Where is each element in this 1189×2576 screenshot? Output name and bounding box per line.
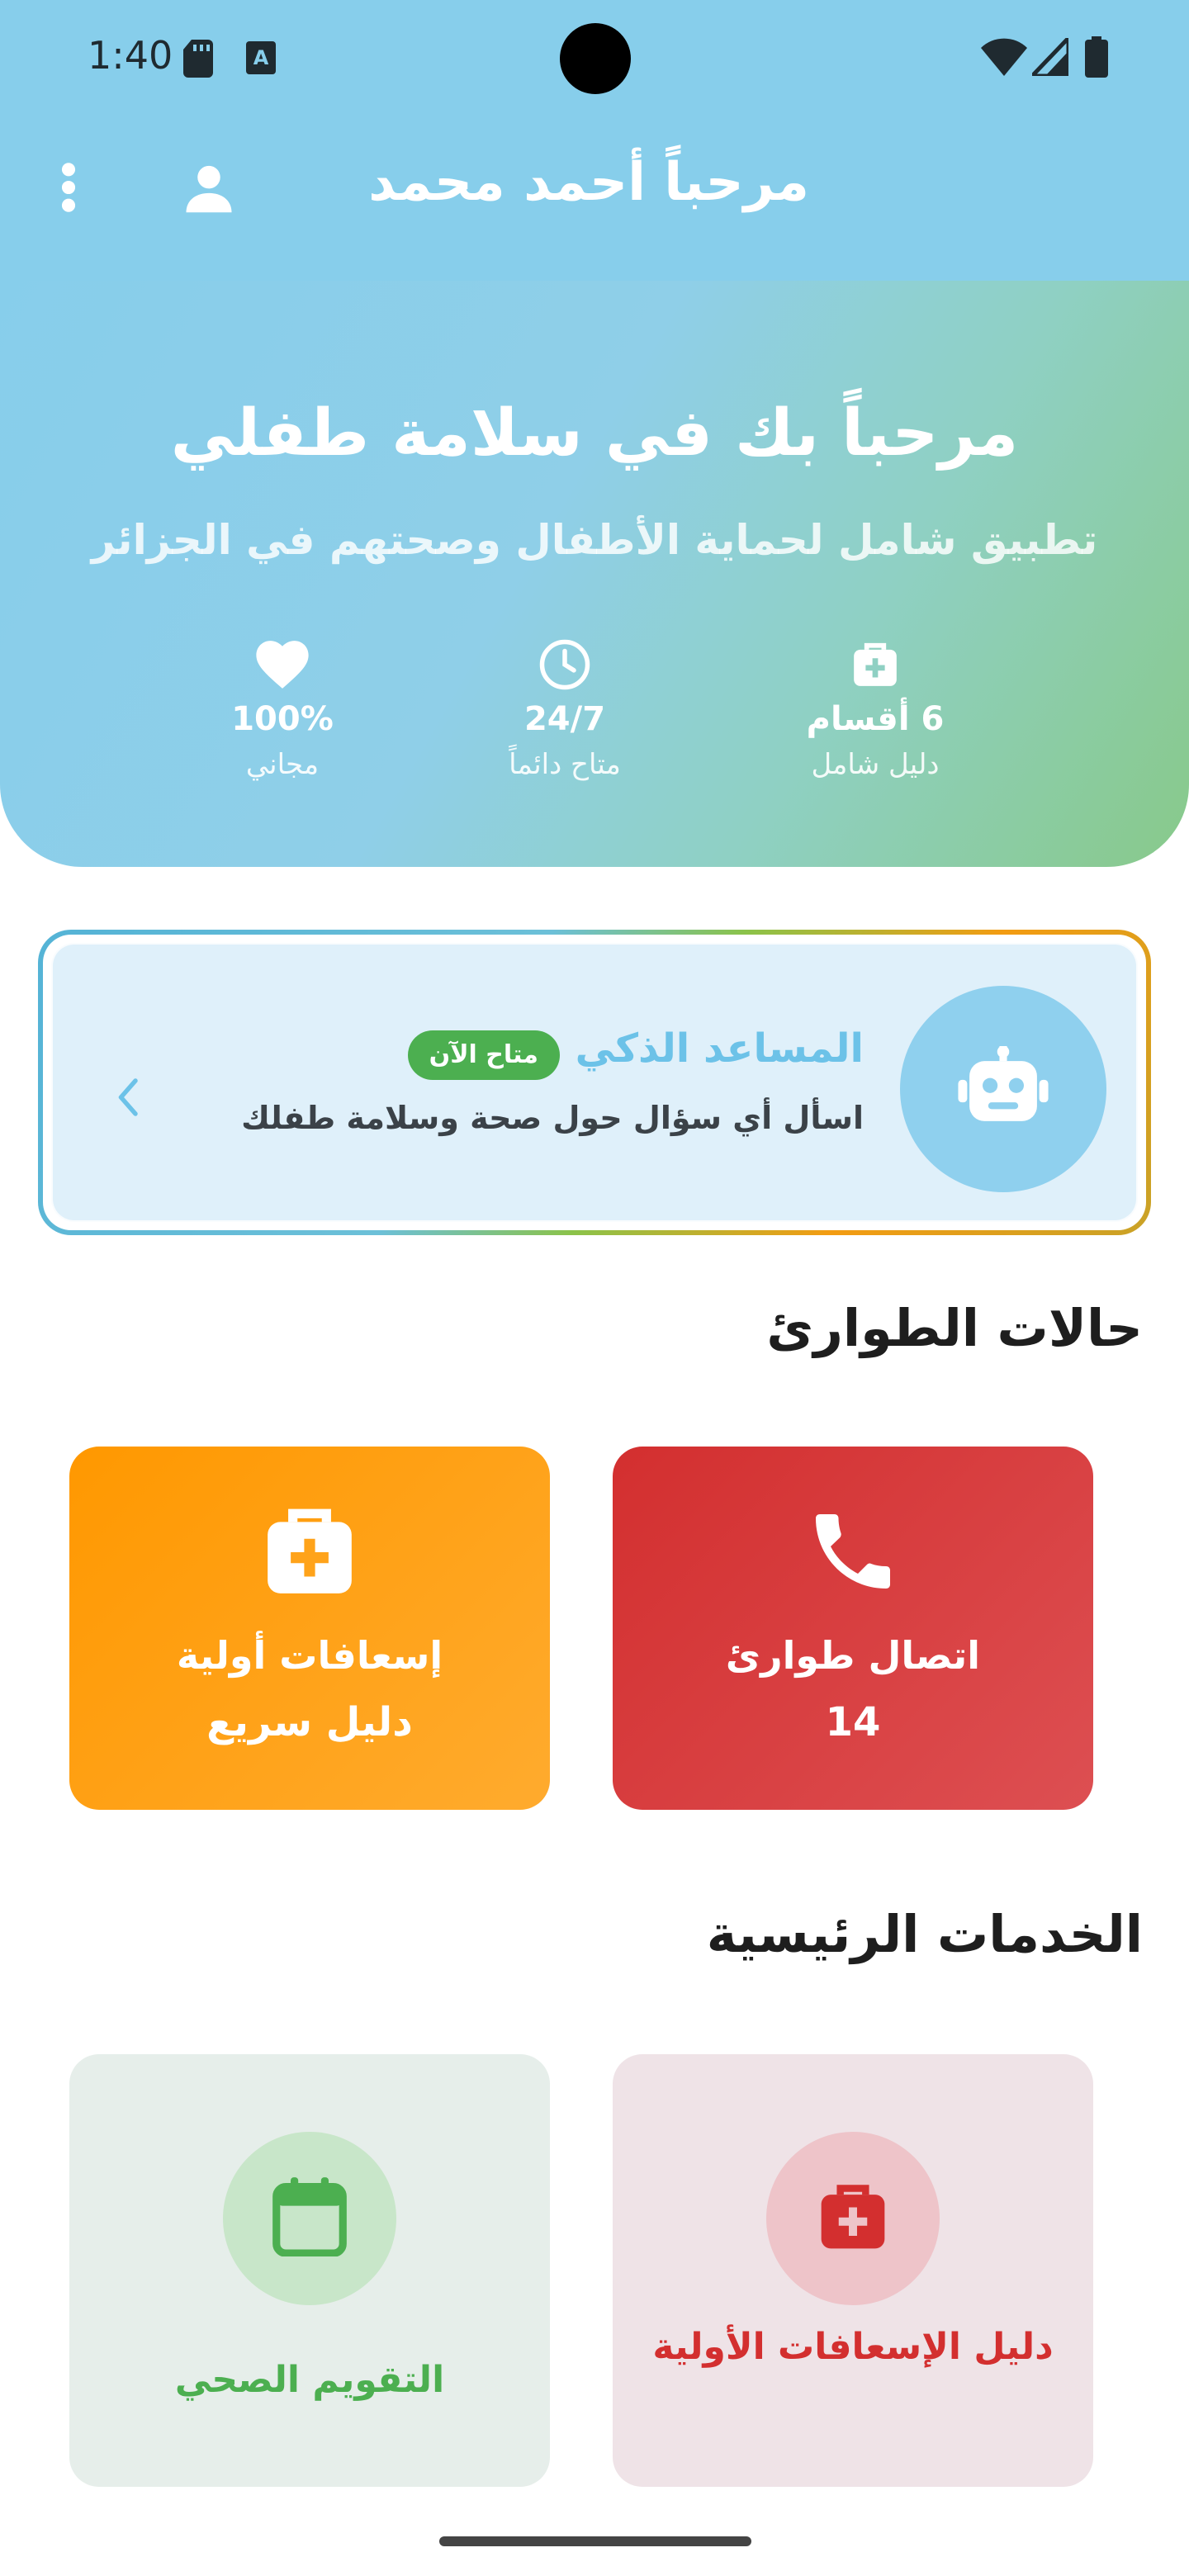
- first-aid-guide-card[interactable]: دليل الإسعافات الأولية: [613, 2054, 1093, 2487]
- stat-label: مجاني: [245, 748, 320, 781]
- medical-kit-icon: [815, 2179, 891, 2258]
- ai-assistant-frame: المساعد الذكي متاح الآن اسأل أي سؤال حول…: [43, 935, 1146, 1230]
- availability-badge: متاح الآن: [407, 1030, 560, 1080]
- emergency-call-card[interactable]: اتصال طوارئ 14: [613, 1447, 1093, 1810]
- stat-availability: 24/7 متاح دائماً: [441, 636, 689, 781]
- stat-free: 100% مجاني: [159, 636, 406, 781]
- person-icon: [182, 160, 236, 218]
- stat-value: 24/7: [523, 700, 606, 738]
- wifi-icon: [981, 38, 1027, 79]
- stat-value: 100%: [231, 700, 334, 738]
- signal-icon: [1027, 32, 1071, 79]
- hero-title: مرحباً بك في سلامة طفلي: [170, 396, 1019, 471]
- first-aid-guide-label: دليل الإسعافات الأولية: [652, 2326, 1054, 2368]
- keyboard-a-icon: A: [244, 40, 277, 79]
- more-vert-icon: [60, 162, 77, 216]
- svg-text:A: A: [253, 46, 269, 69]
- status-time: 1:40: [88, 33, 173, 78]
- home-indicator[interactable]: [439, 2536, 751, 2546]
- hero-banner: مرحباً بك في سلامة طفلي تطبيق شامل لحماي…: [0, 281, 1189, 867]
- ai-assistant-title: المساعد الذكي: [575, 1025, 864, 1072]
- sd-card-icon: [182, 40, 215, 81]
- stat-value: 6 أقسام: [806, 700, 945, 738]
- ai-assistant-body: المساعد الذكي متاح الآن اسأل أي سؤال حول…: [51, 943, 1138, 1222]
- health-calendar-label: التقويم الصحي: [174, 2359, 445, 2401]
- first-aid-label: إسعافات أولية: [176, 1633, 443, 1678]
- quick-guide-label: دليل سريع: [206, 1699, 413, 1745]
- ai-avatar: [900, 986, 1106, 1192]
- heart-icon: [159, 636, 406, 694]
- stat-sections: 6 أقسام دليل شامل: [751, 636, 999, 781]
- emergency-call-label: اتصال طوارئ: [725, 1633, 981, 1678]
- health-calendar-icon-circle: [223, 2132, 396, 2305]
- profile-button[interactable]: [172, 152, 246, 226]
- health-calendar-card[interactable]: التقويم الصحي: [69, 2054, 550, 2487]
- stat-label: متاح دائماً: [509, 748, 621, 781]
- app-bar: مرحباً أحمد محمد: [0, 132, 1189, 248]
- overflow-menu-button[interactable]: [31, 152, 106, 226]
- app-bar-title: مرحباً أحمد محمد: [368, 152, 809, 213]
- hero-subtitle: تطبيق شامل لحماية الأطفال وصحتهم في الجز…: [91, 516, 1098, 564]
- emergency-number: 14: [825, 1699, 881, 1745]
- stat-label: دليل شامل: [811, 748, 940, 781]
- clock-icon: [441, 636, 689, 694]
- battery-icon: [1085, 36, 1108, 81]
- calendar-icon: [272, 2177, 348, 2260]
- medical-kit-icon: [69, 1498, 550, 1605]
- services-section-title: الخدمات الرئيسية: [706, 1904, 1143, 1964]
- ai-assistant-description: اسأل أي سؤال حول صحة وسلامة طفلك: [241, 1100, 864, 1136]
- first-aid-guide-icon-circle: [766, 2132, 940, 2305]
- robot-icon: [958, 1045, 1049, 1132]
- medical-kit-icon: [751, 636, 999, 694]
- phone-icon: [613, 1498, 1093, 1605]
- chevron-left-icon[interactable]: [102, 1060, 152, 1134]
- first-aid-quick-card[interactable]: إسعافات أولية دليل سريع: [69, 1447, 550, 1810]
- emergency-section-title: حالات الطوارئ: [766, 1298, 1143, 1358]
- ai-assistant-card[interactable]: المساعد الذكي متاح الآن اسأل أي سؤال حول…: [38, 930, 1151, 1235]
- front-camera: [560, 23, 631, 94]
